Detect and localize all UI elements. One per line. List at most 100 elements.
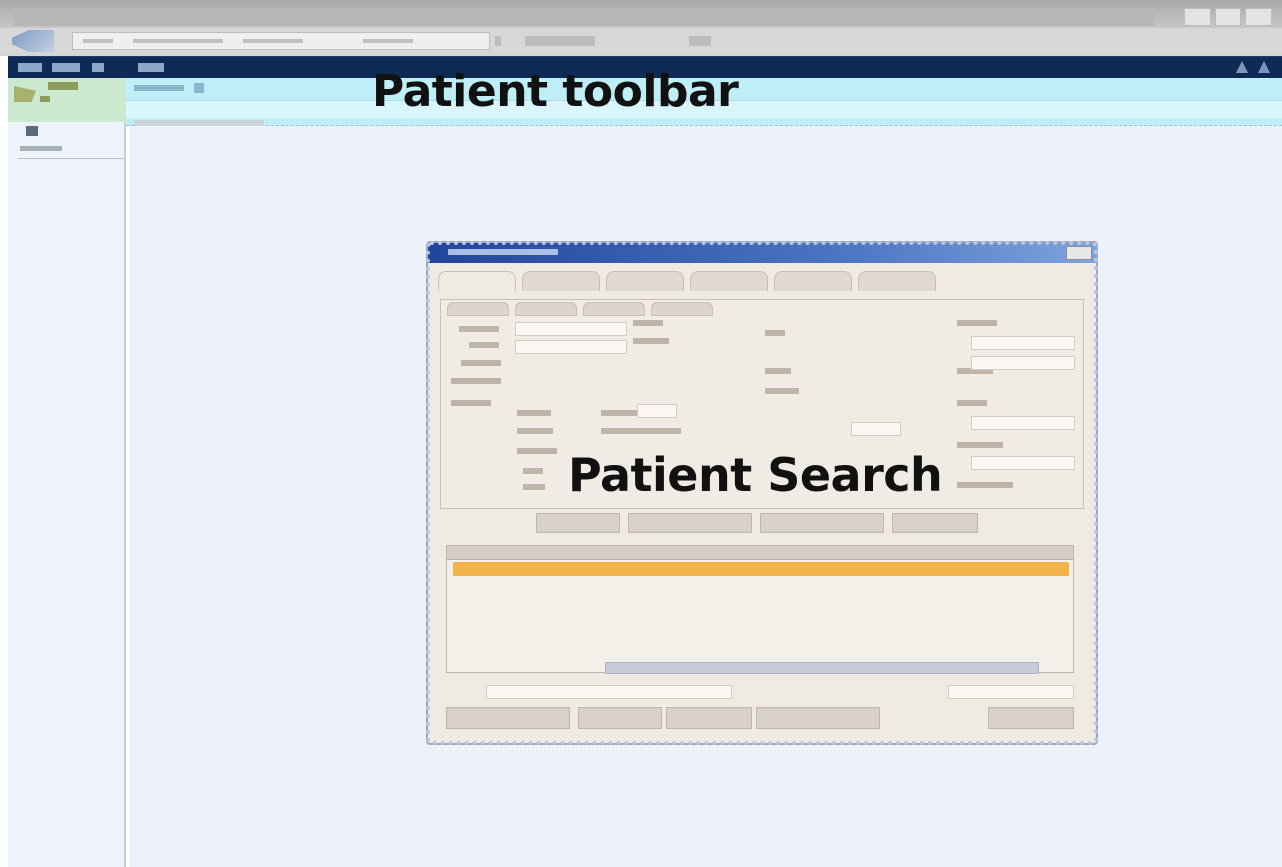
address-bar[interactable] [72, 32, 490, 50]
address-row [0, 28, 1282, 54]
title-strip-bar [14, 8, 1154, 26]
field-label [461, 360, 501, 366]
back-arrow-icon[interactable] [12, 30, 54, 52]
patient-search-dialog: Patient Search [426, 241, 1098, 745]
field-label [957, 482, 1013, 488]
dialog-action-button[interactable] [756, 707, 880, 729]
address-fragment [363, 39, 413, 43]
dialog-action-button[interactable] [578, 707, 662, 729]
close-window-button[interactable] [1245, 8, 1273, 26]
results-scrollbar[interactable] [605, 662, 1039, 674]
selected-result-row[interactable] [453, 562, 1069, 576]
field-label [765, 388, 799, 394]
search-button[interactable] [760, 513, 884, 533]
search-button-row [536, 513, 978, 533]
sidebar-item-icon[interactable] [26, 126, 38, 136]
sidebar-logo-icon [14, 86, 36, 102]
results-header [447, 546, 1073, 560]
text-field[interactable] [851, 422, 901, 436]
minimize-button[interactable] [1184, 8, 1211, 26]
dialog-tab[interactable] [438, 271, 516, 291]
dialog-title [448, 249, 558, 255]
field-label [765, 368, 791, 374]
dialog-action-button[interactable] [988, 707, 1074, 729]
text-field[interactable] [971, 356, 1075, 370]
criteria-subtabs [447, 302, 713, 316]
bottom-text-field[interactable] [948, 685, 1074, 699]
criteria-subtab[interactable] [515, 302, 577, 316]
dialog-tab[interactable] [774, 271, 852, 291]
sidebar-title [48, 82, 78, 90]
up-arrow-icon[interactable] [1236, 61, 1248, 73]
field-label [633, 338, 669, 344]
text-field[interactable] [971, 456, 1075, 470]
patient-search-annotation: Patient Search [568, 448, 943, 502]
tool-icon[interactable] [495, 36, 501, 46]
header-actions [1236, 61, 1270, 73]
dialog-titlebar [428, 243, 1096, 263]
dialog-action-button[interactable] [666, 707, 752, 729]
field-label [957, 442, 1003, 448]
results-grid[interactable] [446, 545, 1074, 674]
dialog-action-button[interactable] [446, 707, 570, 729]
close-icon[interactable] [1066, 246, 1092, 260]
dialog-tab[interactable] [522, 271, 600, 291]
maximize-button[interactable] [1214, 8, 1242, 26]
field-label [517, 428, 553, 434]
criteria-subtab[interactable] [447, 302, 509, 316]
field-label [451, 378, 501, 384]
field-label [523, 484, 545, 490]
field-label [633, 320, 663, 326]
bottom-text-field[interactable] [486, 685, 732, 699]
sidebar-item-label[interactable] [20, 146, 62, 151]
dialog-tabs [438, 271, 936, 291]
header-menu-item[interactable] [92, 63, 104, 72]
search-button[interactable] [628, 513, 752, 533]
field-label [601, 428, 681, 434]
dialog-action-buttons [446, 707, 1074, 731]
patient-toolbar-annotation: Patient toolbar [372, 66, 739, 117]
address-fragment [243, 39, 303, 43]
field-label [601, 410, 641, 416]
browser-tools [495, 32, 725, 50]
search-button[interactable] [892, 513, 978, 533]
title-strip [0, 0, 1282, 28]
field-label [765, 330, 785, 336]
tool-icon[interactable] [689, 36, 711, 46]
left-sidebar [8, 78, 126, 867]
field-label [459, 326, 499, 332]
text-field[interactable] [515, 340, 627, 354]
browser-chrome [0, 0, 1282, 56]
address-fragment [83, 39, 113, 43]
text-field[interactable] [515, 322, 627, 336]
text-field[interactable] [971, 416, 1075, 430]
bottom-inputs [446, 685, 1074, 701]
dialog-tab[interactable] [690, 271, 768, 291]
text-field[interactable] [637, 404, 677, 418]
toolbar-nav-icon[interactable] [194, 83, 204, 93]
options-icon[interactable] [1258, 61, 1270, 73]
header-logo-icon [18, 63, 42, 72]
text-field[interactable] [971, 336, 1075, 350]
field-label [469, 342, 499, 348]
sidebar-header [8, 78, 126, 122]
field-label [523, 468, 543, 474]
criteria-subtab[interactable] [583, 302, 645, 316]
field-label [957, 320, 997, 326]
toolbar-nav-item[interactable] [134, 85, 184, 91]
sidebar-subtitle [40, 96, 50, 102]
sidebar-divider [18, 158, 126, 159]
field-label [517, 448, 557, 454]
tool-icon[interactable] [525, 36, 595, 46]
field-label [451, 400, 491, 406]
address-fragment [133, 39, 223, 43]
dialog-tab[interactable] [858, 271, 936, 291]
header-menu-item[interactable] [138, 63, 164, 72]
dialog-tab[interactable] [606, 271, 684, 291]
criteria-subtab[interactable] [651, 302, 713, 316]
field-label [517, 410, 551, 416]
window-controls[interactable] [1184, 8, 1273, 26]
field-label [957, 400, 987, 406]
header-menu-item[interactable] [52, 63, 80, 72]
search-button[interactable] [536, 513, 620, 533]
